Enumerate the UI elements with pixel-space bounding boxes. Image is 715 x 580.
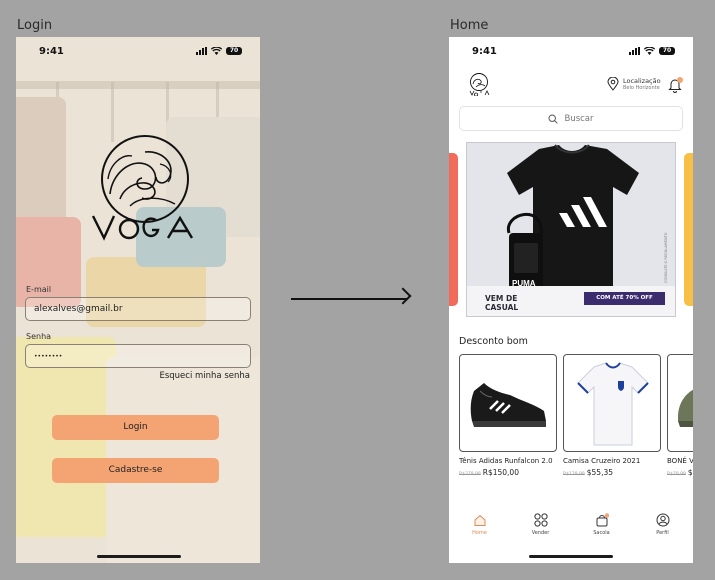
- section-title: Desconto bom: [459, 336, 528, 347]
- arrow-head-icon: [394, 287, 412, 305]
- tab-home[interactable]: Home: [449, 513, 510, 543]
- password-field[interactable]: ••••••••: [25, 344, 251, 368]
- product-name: Tênis Adidas Runfalcon 2.0: [459, 457, 553, 465]
- cap-image: [678, 389, 693, 427]
- product-old-price: R$379,99: [459, 472, 481, 477]
- password-label: Senha: [26, 332, 52, 341]
- bottom-tab-bar: Home Vender Sacola Perfil: [449, 513, 693, 543]
- location-selector[interactable]: Localização Belo Horizonte: [607, 77, 661, 91]
- wifi-icon: [644, 47, 655, 55]
- home-screen: 9:41 70 Localização Belo Horizonte Busca…: [449, 37, 693, 563]
- search-bar[interactable]: Buscar: [459, 106, 683, 131]
- promo-banner[interactable]: PUMA VEM DE CASUAL COM ATÉ 70% OFF CONSU…: [466, 142, 676, 317]
- product-card[interactable]: Camisa Cruzeiro 2021 R$129,99 $55,35: [563, 354, 661, 477]
- forgot-password-link[interactable]: Esqueci minha senha: [159, 371, 250, 381]
- location-pin-icon: [607, 77, 619, 91]
- tab-label: Perfil: [656, 530, 669, 536]
- search-icon: [548, 113, 559, 124]
- product-name: BONÉ V: [667, 457, 693, 465]
- product-price: $4: [687, 468, 693, 477]
- home-indicator: [97, 555, 181, 558]
- voga-logo-small[interactable]: [468, 72, 490, 96]
- email-field[interactable]: alexalves@gmail.br: [25, 297, 251, 321]
- battery-icon: 70: [659, 47, 675, 55]
- signal-icon: [629, 47, 640, 55]
- product-old-price: R$79,99: [667, 472, 686, 477]
- location-city: Belo Horizonte: [623, 85, 660, 91]
- tab-perfil[interactable]: Perfil: [632, 513, 693, 543]
- status-time: 9:41: [39, 46, 64, 57]
- signup-button[interactable]: Cadastre-se: [52, 458, 219, 483]
- flow-arrow: [291, 298, 407, 300]
- jersey-image: [577, 362, 649, 446]
- product-image: [667, 354, 693, 452]
- search-placeholder: Buscar: [564, 113, 594, 124]
- status-bar: 9:41 70: [449, 45, 693, 59]
- banner-discount-badge: COM ATÉ 70% OFF: [584, 292, 665, 305]
- status-time: 9:41: [472, 46, 497, 57]
- product-price: $55,35: [586, 468, 613, 477]
- tab-label: Home: [472, 530, 487, 536]
- login-frame-label: Login: [17, 18, 53, 33]
- sneaker-image: [470, 383, 546, 427]
- signal-icon: [196, 47, 207, 55]
- tab-label: Vender: [531, 530, 550, 536]
- status-bar: 9:41 70: [16, 45, 260, 59]
- home-indicator: [529, 555, 613, 558]
- product-image: [563, 354, 661, 452]
- product-price: R$150,00: [482, 468, 519, 477]
- login-button[interactable]: Login: [52, 415, 219, 440]
- voga-logo: [91, 135, 194, 241]
- wifi-icon: [211, 47, 222, 55]
- email-label: E-mail: [26, 285, 52, 294]
- tab-sacola[interactable]: Sacola: [571, 513, 632, 543]
- carousel-next-card[interactable]: [684, 153, 693, 306]
- home-icon: [474, 514, 485, 526]
- profile-icon: [656, 513, 669, 527]
- login-screen: 9:41 70 E-mail alexalves@gmail.br Senha …: [16, 37, 260, 563]
- product-name: Camisa Cruzeiro 2021: [563, 457, 641, 465]
- home-frame-label: Home: [450, 18, 489, 33]
- product-card[interactable]: BONÉ V R$79,99$4: [667, 354, 693, 477]
- tab-vender[interactable]: Vender: [510, 513, 571, 543]
- tab-label: Sacola: [593, 530, 610, 536]
- carousel-prev-card[interactable]: [449, 153, 458, 306]
- battery-icon: 70: [226, 47, 242, 55]
- grid-icon: [533, 513, 548, 527]
- location-title: Localização: [623, 77, 661, 85]
- notification-badge: [677, 77, 683, 83]
- banner-regulation-text: CONSULTE O REGULAMENTO: [664, 232, 668, 283]
- bag-icon: [596, 513, 609, 527]
- product-card[interactable]: Tênis Adidas Runfalcon 2.0 R$379,99 R$150…: [459, 354, 557, 477]
- banner-product-image: PUMA: [507, 144, 639, 291]
- product-image: [459, 354, 557, 452]
- product-old-price: R$129,99: [563, 472, 585, 477]
- banner-title: VEM DE CASUAL: [485, 294, 519, 312]
